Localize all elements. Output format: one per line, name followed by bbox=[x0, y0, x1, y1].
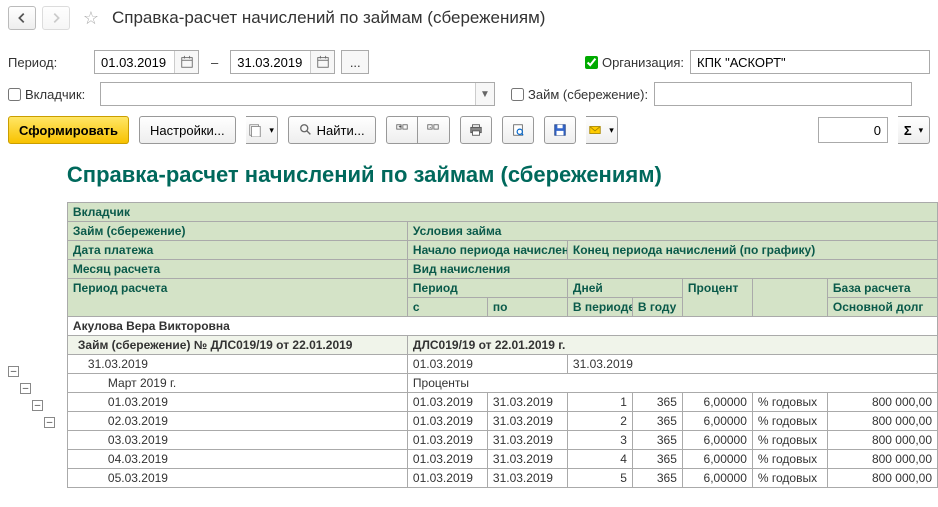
period-ellipsis-button[interactable]: ... bbox=[341, 50, 369, 74]
depositor-label: Вкладчик: bbox=[25, 87, 85, 102]
date-to-field[interactable] bbox=[230, 50, 335, 74]
table-row[interactable]: Акулова Вера Викторовна bbox=[67, 317, 937, 336]
table-row[interactable]: Займ (сбережение) № ДЛС019/19 от 22.01.2… bbox=[67, 336, 407, 355]
loan-checkbox[interactable] bbox=[511, 88, 524, 101]
outline-column: – – – – bbox=[8, 150, 67, 488]
save-button[interactable] bbox=[544, 116, 576, 144]
date-from-input[interactable] bbox=[95, 51, 174, 73]
date-dash: – bbox=[211, 55, 218, 70]
org-label: Организация: bbox=[602, 55, 684, 70]
tree-toggle[interactable]: – bbox=[8, 366, 19, 377]
generate-button[interactable]: Сформировать bbox=[8, 116, 129, 144]
tree-toggle[interactable]: – bbox=[20, 383, 31, 394]
report-table: Вкладчик Займ (сбережение)Условия займа … bbox=[67, 202, 938, 488]
table-row[interactable]: Март 2019 г. bbox=[67, 374, 407, 393]
find-button[interactable]: Найти... bbox=[288, 116, 376, 144]
calendar-icon[interactable] bbox=[174, 51, 198, 73]
date-to-input[interactable] bbox=[231, 51, 310, 73]
depositor-input[interactable] bbox=[101, 83, 475, 105]
expand-all-button[interactable]: + bbox=[386, 116, 418, 144]
settings-button[interactable]: Настройки... bbox=[139, 116, 236, 144]
tree-toggle[interactable]: – bbox=[32, 400, 43, 411]
period-label: Период: bbox=[8, 55, 88, 70]
svg-text:+: + bbox=[398, 124, 401, 130]
print-button[interactable] bbox=[460, 116, 492, 144]
collapse-all-button[interactable]: - bbox=[418, 116, 450, 144]
calendar-icon[interactable] bbox=[310, 51, 334, 73]
table-row[interactable]: 02.03.2019 bbox=[67, 412, 407, 431]
nav-forward-button[interactable] bbox=[42, 6, 70, 30]
table-row[interactable]: 04.03.2019 bbox=[67, 450, 407, 469]
dropdown-icon[interactable]: ▼ bbox=[475, 83, 494, 105]
table-row[interactable]: 05.03.2019 bbox=[67, 469, 407, 488]
loan-input[interactable] bbox=[655, 83, 911, 105]
sigma-button[interactable]: Σ▾ bbox=[898, 116, 930, 144]
email-button[interactable]: ▾ bbox=[586, 116, 618, 144]
date-from-field[interactable] bbox=[94, 50, 199, 74]
favorite-star-icon[interactable]: ☆ bbox=[80, 7, 102, 29]
svg-text:-: - bbox=[430, 124, 432, 130]
depositor-checkbox[interactable] bbox=[8, 88, 21, 101]
preview-button[interactable] bbox=[502, 116, 534, 144]
table-row[interactable]: 03.03.2019 bbox=[67, 431, 407, 450]
variants-button[interactable]: ▾ bbox=[246, 116, 278, 144]
tree-toggle[interactable]: – bbox=[44, 417, 55, 428]
loan-label: Займ (сбережение): bbox=[528, 87, 648, 102]
org-input[interactable] bbox=[691, 51, 929, 73]
org-checkbox[interactable] bbox=[585, 56, 598, 69]
page-title: Справка-расчет начислений по займам (сбе… bbox=[112, 8, 545, 28]
table-row[interactable]: 01.03.2019 bbox=[67, 393, 407, 412]
nav-back-button[interactable] bbox=[8, 6, 36, 30]
sum-input[interactable] bbox=[818, 117, 888, 143]
table-row[interactable]: 31.03.2019 bbox=[67, 355, 407, 374]
report-title: Справка-расчет начислений по займам (сбе… bbox=[67, 150, 938, 202]
